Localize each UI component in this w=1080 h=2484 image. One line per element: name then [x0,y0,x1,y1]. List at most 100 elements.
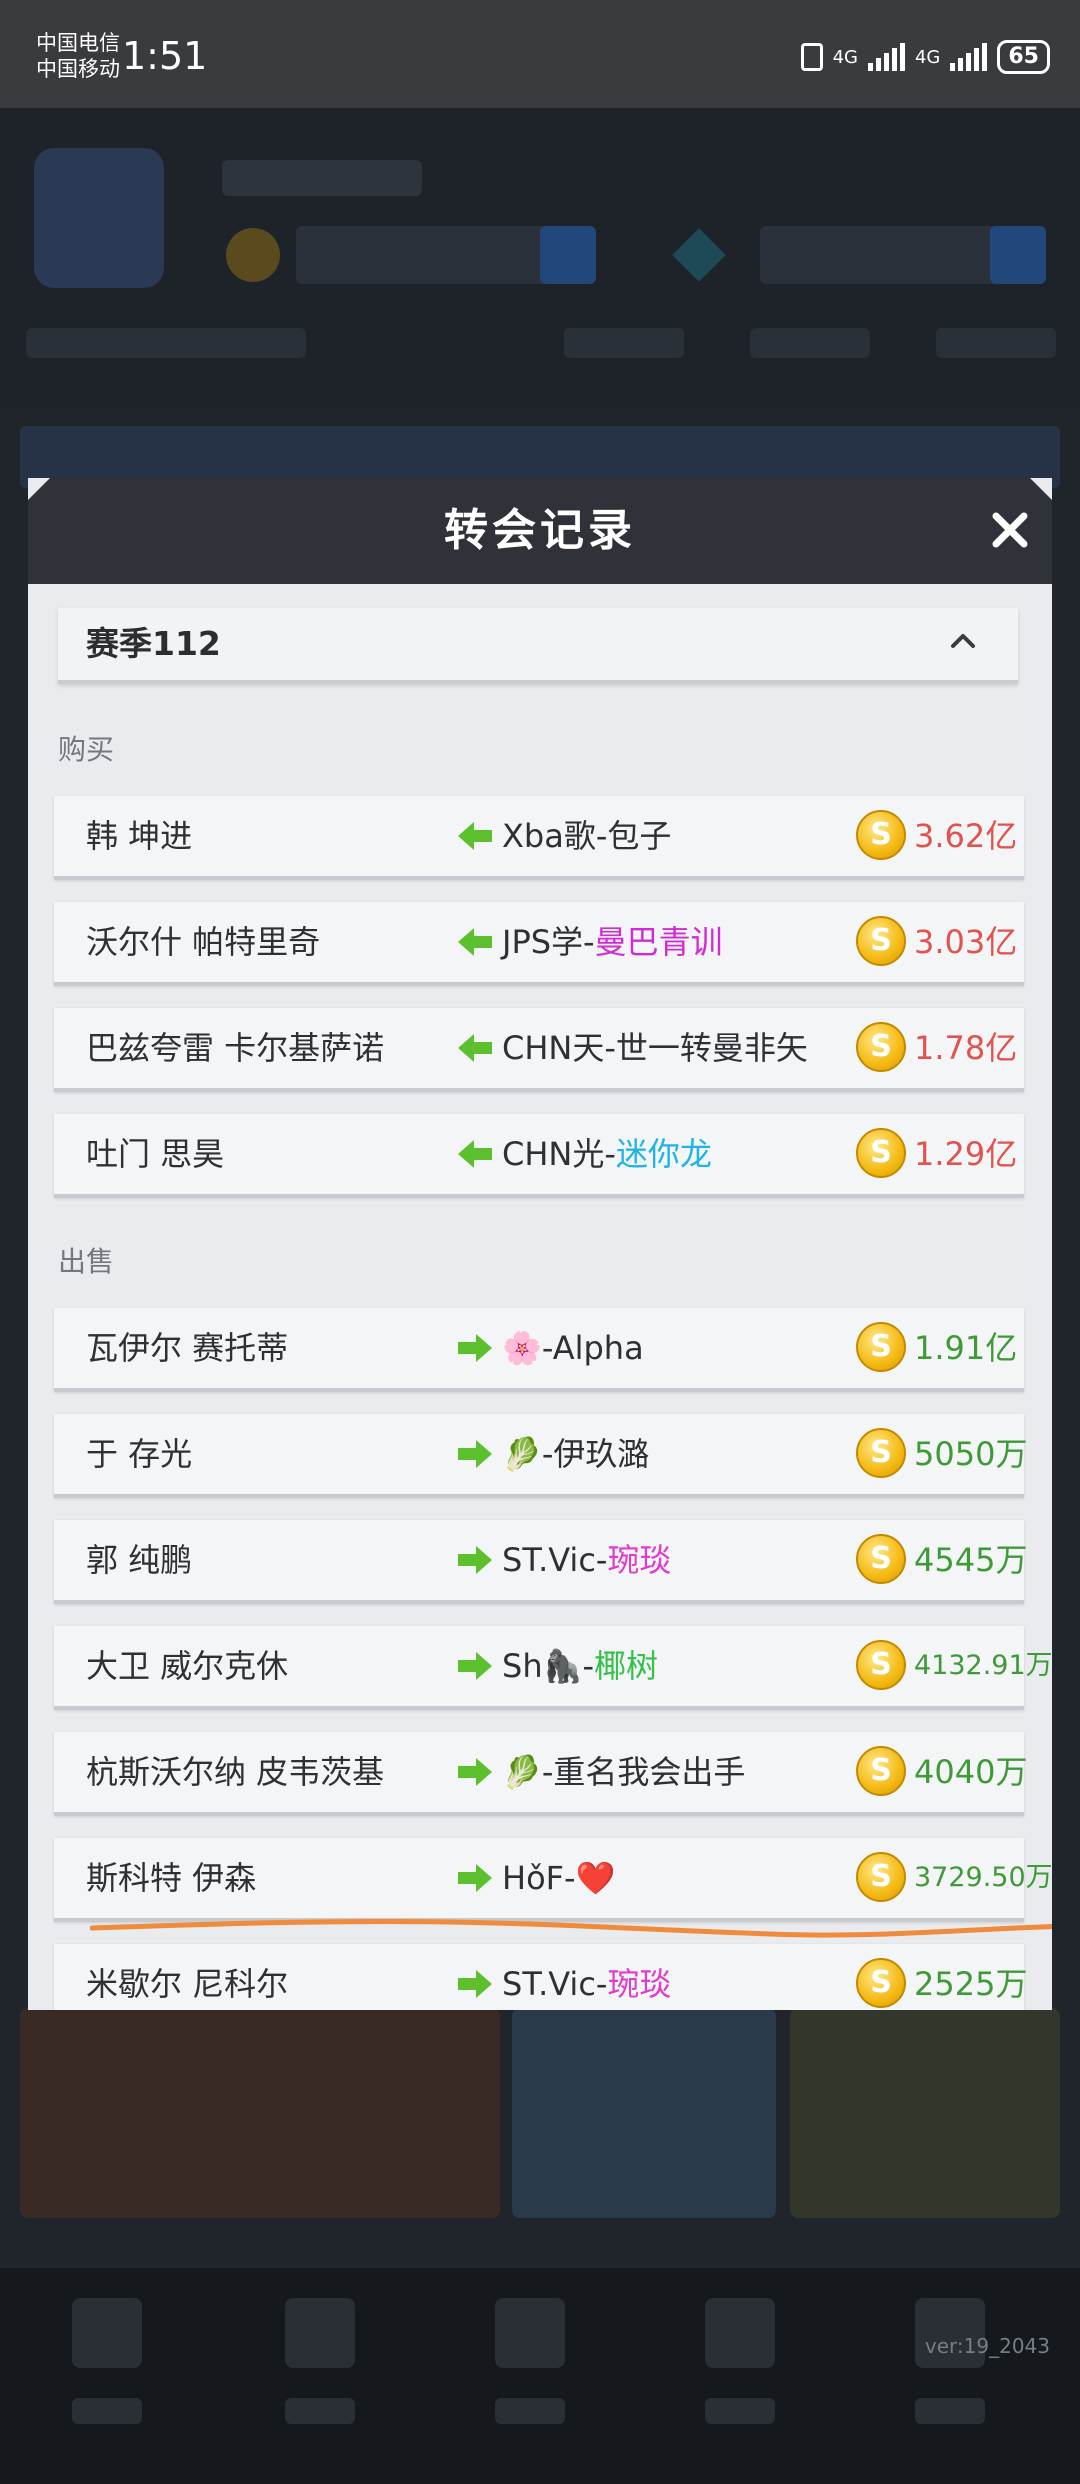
transfer-price: 1.78亿 [914,1029,1018,1067]
nav-label-2 [285,2398,355,2424]
team-name-prefix: CHN光- [502,1135,616,1173]
arrow-right-icon [458,1440,492,1468]
player-name: 吐门 思昊 [86,1135,225,1173]
team-name-prefix: CHN天- [502,1029,616,1067]
team-name-prefix: Sh🦍- [502,1647,594,1685]
season-selector[interactable]: 赛季112 [58,608,1018,684]
coin-icon: S [856,1534,906,1584]
vibrate-icon [800,43,823,71]
team-name-prefix: ST.Vic- [502,1965,608,2003]
background-menu-3 [750,328,870,358]
background-tile-3 [790,2008,1060,2218]
coin-icon: S [856,1022,906,1072]
close-icon [992,512,1028,548]
nav-icon-2 [285,2298,355,2368]
carrier-info: 中国电信 中国移动 [36,30,120,82]
player-name: 韩 坤进 [86,817,193,855]
add-gem-button [990,226,1046,284]
transfer-price: 3.03亿 [914,923,1018,961]
sell-transfer-row: 瓦伊尔 赛托蒂 🌸-Alpha S 1.91亿 [54,1308,1024,1392]
modal-header: 转会记录 [28,478,1052,584]
team-name-prefix: 🌸- [502,1329,553,1367]
chevron-up-icon [951,634,975,648]
team-name-prefix: HǒF- [502,1859,576,1897]
coin-icon: S [856,810,906,860]
close-button[interactable] [982,502,1038,558]
add-coin-button [540,226,596,284]
nav-icon-3 [495,2298,565,2368]
player-name: 瓦伊尔 赛托蒂 [86,1329,289,1367]
transfer-price: 3.62亿 [914,817,1018,855]
coin-icon: S [856,1640,906,1690]
buy-transfer-row: 韩 坤进 Xba歌-包子 S 3.62亿 [54,796,1024,880]
background-tile-2 [512,2008,776,2218]
background-menu [26,328,306,358]
coin-icon: S [856,1428,906,1478]
nav-label-3 [495,2398,565,2424]
buy-transfer-row: 巴兹夸雷 卡尔基萨诺 CHN天-世一转曼非矢 S 1.78亿 [54,1008,1024,1092]
team-name-suffix: 伊玖潞 [553,1435,650,1473]
sell-transfer-row: 于 存光 🥬-伊玖潞 S 5050万 [54,1414,1027,1498]
sell-transfer-row: 米歇尔 尼科尔 ST.Vic-琬琰 S 2525万 [54,1944,1027,2010]
season-label: 赛季112 [86,624,221,663]
clock: 1:51 [122,34,208,78]
team-name-prefix: 🥬- [502,1435,554,1473]
sell-transfer-row: 郭 纯鹏 ST.Vic-琬琰 S 4545万 [54,1520,1028,1604]
team-name: JPS学-曼巴青训 [502,902,723,982]
team-name: 🥬-伊玖潞 [502,1414,649,1494]
player-name: 于 存光 [86,1435,193,1473]
team-name: HǒF-❤️ [502,1838,615,1918]
transfer-record-modal: 转会记录 赛季112 购买 韩 坤进 Xba歌-包子 S 3.62亿 沃尔什 帕特里奇 J… [28,478,1052,2010]
coin-icon: S [856,916,906,966]
team-name-suffix: 包子 [607,817,672,855]
background-header [0,108,1080,408]
coin-icon: S [856,1746,906,1796]
player-name: 米歇尔 尼科尔 [86,1965,289,2003]
transfer-price: 1.91亿 [914,1329,1018,1367]
nav-icon-4 [705,2298,775,2368]
arrow-right-icon [458,1970,492,1998]
team-name: CHN光-迷你龙 [502,1114,712,1194]
arrow-right-icon [458,1652,492,1680]
network-type-1: 4G [832,46,858,68]
bottom-nav [0,2268,1080,2484]
arrow-right-icon [458,1758,492,1786]
signal-icon-1 [867,43,905,71]
team-name: ST.Vic-琬琰 [502,1520,671,1600]
team-name: 🌸-Alpha [502,1308,644,1388]
arrow-left-icon [458,1140,492,1168]
background-team-name [222,160,422,196]
player-name: 巴兹夸雷 卡尔基萨诺 [86,1029,385,1067]
team-name-suffix: 曼巴青训 [594,923,723,961]
transfer-price: 4545万 [914,1541,1028,1579]
team-name: ST.Vic-琬琰 [502,1944,671,2010]
player-name: 杭斯沃尔纳 皮韦茨基 [86,1753,385,1791]
player-name: 郭 纯鹏 [86,1541,193,1579]
team-name-suffix: 重名我会出手 [553,1753,746,1791]
carrier-1: 中国电信 [36,31,120,55]
background-tile-1 [20,2008,500,2218]
coin-icon: S [856,1852,906,1902]
team-name: Xba歌-包子 [502,796,671,876]
transfer-price: 4132.91万 [914,1650,1052,1681]
sell-transfer-row: 大卫 威尔克休 Sh🦍-椰树 S 4132.91万 [54,1626,1052,1710]
background-coin-field [296,226,556,284]
background-menu-4 [936,328,1056,358]
carrier-2: 中国移动 [36,57,120,81]
arrow-right-icon [458,1334,492,1362]
team-name-prefix: ST.Vic- [502,1541,608,1579]
coin-icon: S [856,1128,906,1178]
sell-transfer-row: 斯科特 伊森 HǒF-❤️ S 3729.50万 [54,1838,1052,1922]
status-icons: 4G 4G 65 [800,40,1050,74]
background-menu-2 [564,328,684,358]
coin-icon: S [856,1958,906,2008]
player-name: 大卫 威尔克休 [86,1647,289,1685]
team-name-suffix: 琬琰 [607,1965,672,2003]
transfer-price: 4040万 [914,1753,1028,1791]
version-label: ver:19_2043 [924,2334,1050,2358]
team-name-prefix: 🥬- [502,1753,554,1791]
player-name: 斯科特 伊森 [86,1859,257,1897]
buy-transfer-row: 沃尔什 帕特里奇 JPS学-曼巴青训 S 3.03亿 [54,902,1024,986]
team-name-prefix: Xba歌- [502,817,608,855]
nav-label-4 [705,2398,775,2424]
